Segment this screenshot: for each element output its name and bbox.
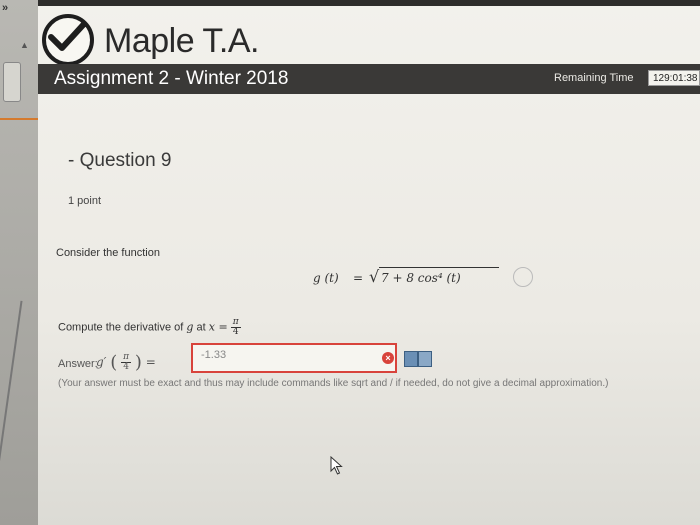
answer-label: Answer: [58,358,98,370]
answer-equals: = [145,355,156,369]
compute-x: x = [208,320,228,334]
main-content: Maple T.A. Assignment 2 - Winter 2018 Re… [38,0,700,525]
sqrt-bar [379,267,499,268]
collapse-caret-icon[interactable]: ▲ [20,40,29,50]
sidebar-decoration [0,300,23,480]
answer-fraction: π 4 [121,353,132,372]
assignment-banner: Assignment 2 - Winter 2018 Remaining Tim… [38,64,700,94]
answer-note: (Your answer must be exact and thus may … [58,378,609,389]
equation-editor-icon[interactable] [404,351,418,367]
compute-instruction: Compute the derivative of g at x = π 4 [58,318,241,337]
question-title[interactable]: - Question 9 [68,150,172,172]
compute-variable: g [186,320,194,334]
sqrt-icon: √ [369,267,380,286]
error-clear-icon[interactable]: × [382,352,394,364]
formula-radicand: 7 + 8 cos⁴ (t) [381,271,461,285]
remaining-time-label: Remaining Time [554,72,634,84]
app-logo-text: Maple T.A. [104,22,260,60]
compute-text: Compute the derivative of [58,321,184,334]
answer-expression: g′ ( π 4 ) = [96,352,156,373]
expand-chevron-icon[interactable]: » [2,2,8,14]
compute-fraction: π 4 [230,318,241,337]
formula-lhs: g (t) [313,271,339,285]
preview-icon[interactable] [418,351,432,367]
assignment-title: Assignment 2 - Winter 2018 [54,68,289,89]
compute-at: at [196,321,206,334]
question-prompt: Consider the function [56,247,160,259]
sidebar-accent-divider [0,118,38,120]
answer-function: g′ [96,355,107,369]
close-paren: ) [134,352,142,373]
sidebar-button[interactable] [3,62,21,102]
checkmark-circle-icon [42,14,94,66]
fraction-denominator: 4 [232,327,239,337]
loading-circle-icon [513,267,533,287]
answer-input[interactable]: -1.33 [191,343,397,373]
answer-fraction-denominator: 4 [123,362,129,372]
remaining-time-value: 129:01:38 [648,70,700,86]
function-formula: g (t) = √ 7 + 8 cos⁴ (t) [313,263,533,291]
logo-header: Maple T.A. [38,6,700,66]
mouse-cursor-icon [330,456,343,475]
question-points: 1 point [68,195,102,207]
left-sidebar: » ▲ [0,0,39,525]
formula-equals: = [353,271,364,285]
open-paren: ( [110,352,118,373]
